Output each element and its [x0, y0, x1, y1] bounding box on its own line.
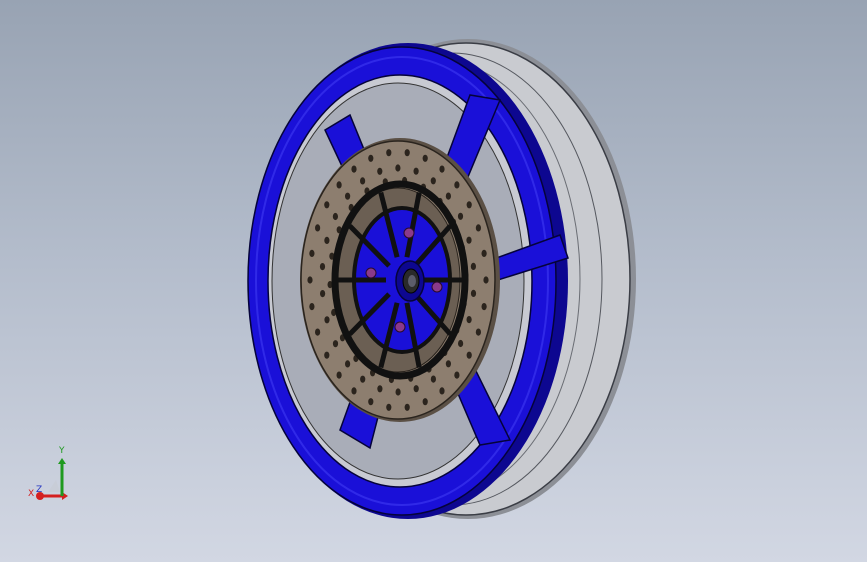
vent-hole: [360, 177, 366, 185]
vent-hole: [307, 276, 313, 284]
wheel-model[interactable]: [0, 0, 867, 562]
vent-hole: [454, 181, 460, 189]
vent-hole: [351, 387, 357, 395]
vent-hole: [466, 316, 472, 324]
bolt: [394, 321, 406, 333]
vent-hole: [315, 328, 321, 336]
vent-hole: [324, 351, 330, 359]
vent-hole: [445, 360, 451, 368]
bolt: [365, 267, 377, 279]
view-plane-icon: [48, 480, 60, 492]
vent-hole: [368, 398, 374, 406]
vent-hole: [439, 165, 445, 173]
vent-hole: [315, 224, 321, 232]
vent-hole: [404, 403, 410, 411]
y-arrow-icon: [58, 458, 66, 464]
vent-hole: [422, 154, 428, 162]
hub[interactable]: [395, 260, 425, 302]
vent-hole: [368, 154, 374, 162]
vent-hole: [324, 236, 330, 244]
vent-hole: [351, 165, 357, 173]
vent-hole: [336, 371, 342, 379]
vent-hole: [475, 328, 481, 336]
z-axis-label: Z: [36, 485, 42, 495]
vent-hole: [481, 303, 487, 311]
vent-hole: [377, 167, 383, 175]
y-axis-label: Y: [58, 446, 65, 456]
vent-hole: [466, 236, 472, 244]
graphics-viewport[interactable]: Y X Z: [0, 0, 867, 562]
vent-hole: [345, 192, 351, 200]
vent-hole: [324, 201, 330, 209]
vent-hole: [481, 249, 487, 257]
vent-hole: [413, 385, 419, 393]
vent-hole: [345, 360, 351, 368]
coordinate-triad: Y X Z: [28, 446, 68, 500]
vent-hole: [395, 164, 401, 172]
vent-hole: [324, 316, 330, 324]
x-axis-label: X: [28, 489, 34, 499]
vent-hole: [332, 212, 338, 221]
vent-hole: [386, 403, 392, 411]
vent-hole: [430, 375, 436, 383]
vent-hole: [439, 387, 445, 395]
vent-hole: [386, 149, 392, 157]
vent-hole: [377, 385, 383, 393]
vent-hole: [466, 201, 472, 209]
vent-hole: [422, 398, 428, 406]
vent-hole: [483, 276, 489, 284]
vent-hole: [475, 224, 481, 232]
vent-hole: [470, 289, 477, 297]
bolt: [403, 227, 415, 239]
vent-hole: [445, 192, 451, 200]
vent-hole: [470, 262, 476, 270]
vent-hole: [309, 303, 315, 311]
vent-hole: [413, 167, 419, 175]
vent-hole: [395, 388, 401, 396]
vent-hole: [309, 249, 315, 257]
vent-hole: [457, 212, 464, 220]
vent-hole: [454, 371, 460, 379]
vent-hole: [430, 177, 436, 185]
vent-hole: [320, 290, 326, 298]
vent-hole: [319, 263, 326, 271]
vent-hole: [336, 181, 342, 189]
vent-hole: [360, 375, 366, 383]
vent-hole: [466, 351, 472, 359]
bolt: [431, 281, 443, 293]
vent-hole: [404, 149, 410, 157]
vent-hole: [458, 339, 464, 348]
vent-hole: [332, 340, 339, 348]
